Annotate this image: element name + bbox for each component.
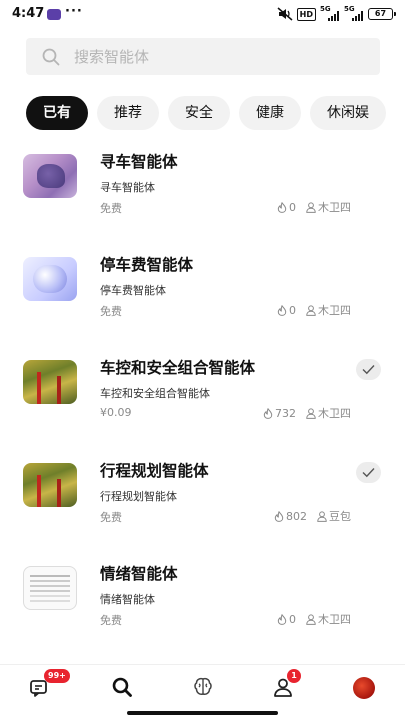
nav-agents[interactable] [191,675,215,699]
author-name: 木卫四 [318,304,351,317]
agent-description: 寻车智能体 [100,181,155,194]
signal-icon: 5G [320,5,340,21]
agent-name: 寻车智能体 [100,153,178,171]
user-icon [306,613,316,625]
app-notification-icon [47,9,61,20]
home-indicator [127,711,278,715]
list-item[interactable]: 寻车智能体 寻车智能体 免费 0 木卫四 [0,140,405,243]
author-name: 木卫四 [318,407,351,420]
signal-icon: 5G [344,5,364,21]
agent-meta: 732 木卫四 [263,405,351,421]
agent-meta: 802 豆包 [274,508,351,524]
battery-icon: 67 [368,8,396,20]
agent-thumbnail [23,463,77,507]
agent-thumbnail [23,154,77,198]
like-count: 0 [289,200,296,214]
agent-name: 车控和安全组合智能体 [100,359,256,377]
more-notifications-icon: ··· [65,4,83,19]
tab-recommended[interactable]: 推荐 [97,96,159,130]
status-bar: 4:47 ··· HD 5G 5G 67 [0,0,405,30]
like-count: 732 [275,406,296,420]
search-bar[interactable] [26,38,380,75]
nav-messages[interactable]: 99+ [28,669,70,699]
check-icon [362,365,375,375]
nav-profile[interactable]: 1 [271,669,301,699]
agent-name: 停车费智能体 [100,256,194,274]
agent-meta: 0 木卫四 [277,199,351,215]
search-icon [112,677,132,697]
author-name: 木卫四 [318,613,351,626]
agent-name: 情绪智能体 [100,565,178,583]
tab-owned[interactable]: 已有 [26,96,88,130]
user-icon [306,304,316,316]
agent-name: 行程规划智能体 [100,462,209,480]
flame-icon [263,407,273,419]
brain-icon [194,677,212,695]
agent-price: 免费 [100,305,122,318]
like-count: 802 [286,509,307,523]
agent-price: 免费 [100,511,122,524]
user-icon [317,510,327,522]
avatar[interactable] [353,677,375,699]
agent-thumbnail [23,566,77,610]
status-indicators: HD 5G 5G 67 [277,5,396,21]
flame-icon [274,510,284,522]
user-icon [306,407,316,419]
agent-description: 情绪智能体 [100,593,155,606]
search-input[interactable] [74,38,364,75]
author-name: 木卫四 [318,201,351,214]
flame-icon [277,613,287,625]
list-item[interactable]: 情绪智能体 情绪智能体 免费 0 木卫四 [0,552,405,655]
hd-badge: HD [296,7,316,21]
category-tabs: 已有 推荐 安全 健康 休闲娱 [26,96,405,130]
agent-meta: 0 木卫四 [277,611,351,627]
agent-description: 车控和安全组合智能体 [100,387,210,400]
notification-badge: 1 [287,669,301,683]
tab-safety[interactable]: 安全 [168,96,230,130]
tab-leisure[interactable]: 休闲娱 [310,96,386,130]
like-count: 0 [289,612,296,626]
user-icon [306,201,316,213]
added-check-button[interactable] [356,359,381,380]
agent-meta: 0 木卫四 [277,302,351,318]
added-check-button[interactable] [356,462,381,483]
mute-icon [277,7,293,21]
agent-description: 行程规划智能体 [100,490,177,503]
like-count: 0 [289,303,296,317]
tab-health[interactable]: 健康 [239,96,301,130]
list-item[interactable]: 行程规划智能体 行程规划智能体 免费 802 豆包 [0,449,405,552]
check-icon [362,468,375,478]
agent-description: 停车费智能体 [100,284,166,297]
agent-price: 免费 [100,202,122,215]
search-icon [42,48,60,66]
agent-thumbnail [23,360,77,404]
agent-thumbnail [23,257,77,301]
flame-icon [277,201,287,213]
status-time: 4:47 [12,6,45,21]
agent-price: 免费 [100,614,122,627]
list-item[interactable]: 停车费智能体 停车费智能体 免费 0 木卫四 [0,243,405,346]
unread-badge: 99+ [44,669,70,683]
nav-discover[interactable] [110,675,134,699]
flame-icon [277,304,287,316]
author-name: 豆包 [329,510,351,523]
agent-price: ¥0.09 [100,406,132,419]
list-item[interactable]: 车控和安全组合智能体 车控和安全组合智能体 ¥0.09 732 木卫四 [0,346,405,449]
